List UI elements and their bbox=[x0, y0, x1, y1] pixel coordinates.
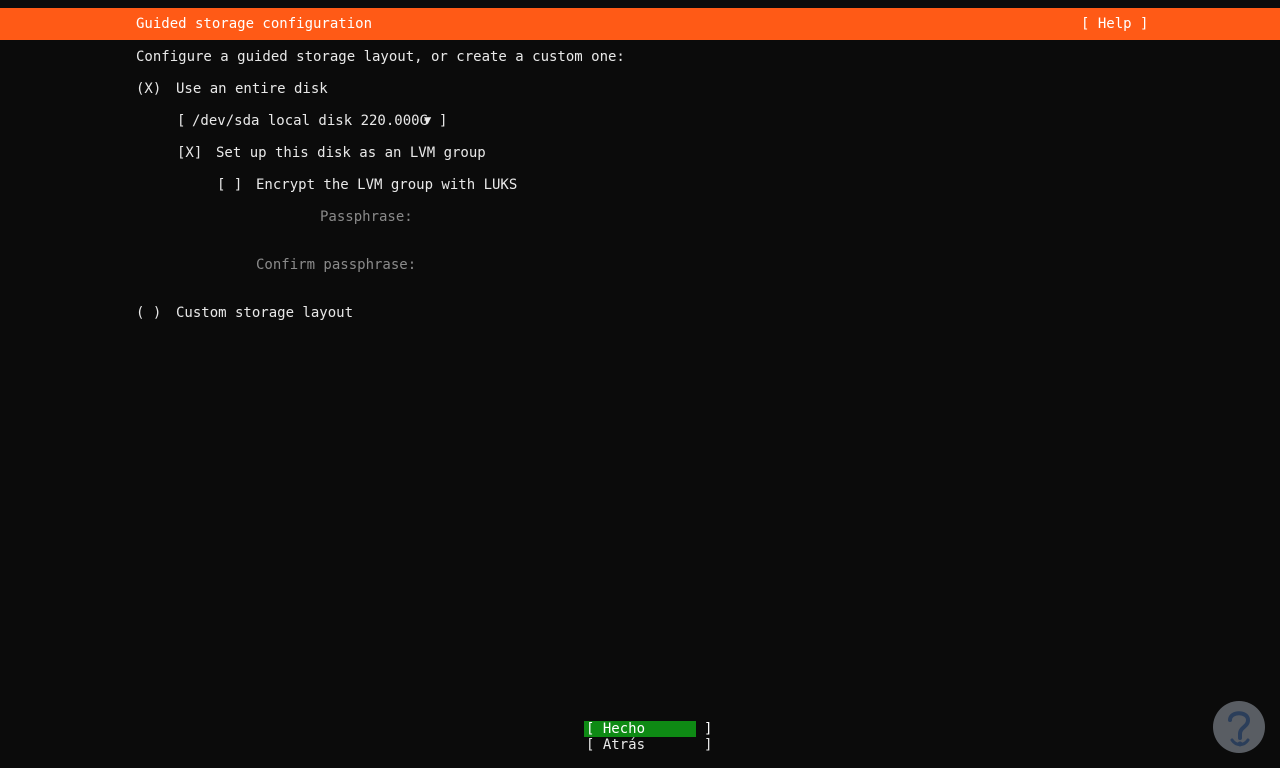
luks-label: Encrypt the LVM group with LUKS bbox=[256, 177, 518, 193]
lvm-label: Set up this disk as an LVM group bbox=[216, 145, 486, 161]
disk-select-value[interactable]: /dev/sda local disk 220.000G bbox=[192, 113, 428, 129]
intro-text: Configure a guided storage layout, or cr… bbox=[136, 49, 625, 65]
entire-disk-label: Use an entire disk bbox=[176, 81, 328, 97]
lvm-checkbox[interactable]: [X] bbox=[177, 145, 202, 161]
title-bar: Guided storage configuration [ Help ] bbox=[0, 8, 1280, 40]
back-button[interactable]: [ Atrás ] bbox=[584, 737, 712, 753]
confirm-passphrase-label: Confirm passphrase: bbox=[256, 257, 417, 273]
custom-layout-label: Custom storage layout bbox=[176, 305, 354, 321]
done-button[interactable]: [ Hecho ] bbox=[584, 721, 712, 737]
disk-select-open-bracket: [ bbox=[177, 113, 186, 129]
chevron-down-icon[interactable]: ▼ bbox=[424, 112, 431, 128]
page-title: Guided storage configuration bbox=[136, 16, 373, 32]
custom-layout-radio[interactable]: ( ) bbox=[136, 305, 161, 321]
help-button[interactable]: [ Help ] bbox=[1081, 16, 1148, 32]
entire-disk-radio[interactable]: (X) bbox=[136, 81, 161, 97]
help-logo-icon bbox=[1213, 701, 1265, 753]
luks-checkbox[interactable]: [ ] bbox=[217, 177, 242, 193]
passphrase-label: Passphrase: bbox=[320, 209, 413, 225]
disk-select-close-bracket: ] bbox=[439, 113, 448, 129]
